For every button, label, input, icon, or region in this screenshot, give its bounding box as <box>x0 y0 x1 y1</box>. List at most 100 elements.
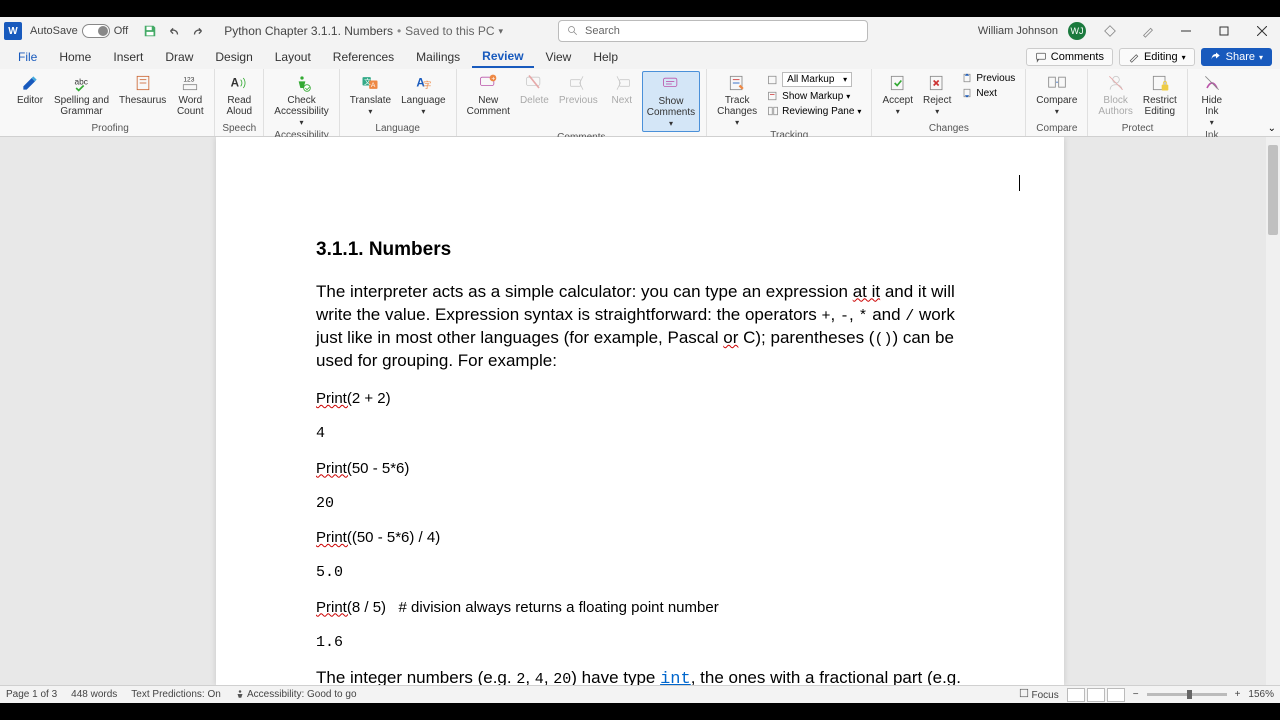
group-ink: Hide Ink▾ Ink <box>1188 69 1236 136</box>
collapse-ribbon-button[interactable]: ⌄ <box>1268 123 1276 134</box>
code-2: Print(50 - 5*6) <box>316 459 964 480</box>
user-name[interactable]: William Johnson <box>978 25 1058 37</box>
group-language: 文ATranslate▾ A字Language▾ Language <box>340 69 457 136</box>
document-area[interactable]: 3.1.1. Numbers The interpreter acts as a… <box>0 137 1280 685</box>
word-count[interactable]: 448 words <box>71 689 117 700</box>
focus-button[interactable]: Focus <box>1019 688 1059 701</box>
redo-button[interactable] <box>188 21 208 41</box>
result-1: 4 <box>316 424 964 444</box>
ribbon-tabs: File Home Insert Draw Design Layout Refe… <box>0 45 1280 69</box>
scroll-thumb[interactable] <box>1268 145 1278 235</box>
toggle-icon <box>82 24 110 38</box>
tab-file[interactable]: File <box>8 47 47 67</box>
read-mode-button[interactable] <box>1067 688 1085 702</box>
block-authors-button: Block Authors <box>1094 71 1136 119</box>
page-indicator[interactable]: Page 1 of 3 <box>6 689 57 700</box>
text-cursor <box>1019 175 1020 191</box>
code-3: Print((50 - 5*6) / 4) <box>316 528 964 549</box>
save-button[interactable] <box>140 21 160 41</box>
next-comment-button: Next <box>604 71 640 108</box>
tab-mailings[interactable]: Mailings <box>406 47 470 67</box>
editing-mode-button[interactable]: Editing▾ <box>1119 48 1195 66</box>
group-tracking: Track Changes▾ All Markup▾ Show Markup▾ … <box>707 69 872 136</box>
group-compare: Compare▾ Compare <box>1026 69 1088 136</box>
vertical-scrollbar[interactable] <box>1266 137 1280 685</box>
hide-ink-button[interactable]: Hide Ink▾ <box>1194 71 1230 130</box>
group-proofing: Editor abcSpelling and Grammar Thesaurus… <box>6 69 215 136</box>
code-4: Print(8 / 5) # division always returns a… <box>316 598 964 619</box>
comment-icon <box>1035 51 1047 63</box>
document-page[interactable]: 3.1.1. Numbers The interpreter acts as a… <box>216 137 1064 685</box>
compare-button[interactable]: Compare▾ <box>1032 71 1081 119</box>
word-app-icon: W <box>4 22 22 40</box>
result-2: 20 <box>316 494 964 514</box>
result-3: 5.0 <box>316 563 964 583</box>
search-input[interactable]: Search <box>558 20 868 42</box>
group-speech: ARead Aloud Speech <box>215 69 264 136</box>
wordcount-button[interactable]: 123Word Count <box>172 71 208 119</box>
pen-icon[interactable] <box>1134 19 1162 43</box>
paragraph-1: The interpreter acts as a simple calcula… <box>316 281 964 373</box>
zoom-level[interactable]: 156% <box>1248 689 1274 700</box>
svg-text:+: + <box>492 76 496 83</box>
text-predictions[interactable]: Text Predictions: On <box>131 689 220 700</box>
reject-button[interactable]: Reject▾ <box>919 71 955 119</box>
markup-dropdown[interactable]: All Markup▾ <box>763 71 865 88</box>
check-accessibility-button[interactable]: Check Accessibility▾ <box>270 71 332 130</box>
result-4: 1.6 <box>316 633 964 653</box>
svg-text:abc: abc <box>74 77 87 87</box>
view-buttons <box>1067 688 1125 702</box>
minimize-button[interactable] <box>1172 19 1200 43</box>
tab-home[interactable]: Home <box>49 47 101 67</box>
zoom-out-button[interactable]: − <box>1133 689 1139 700</box>
tab-view[interactable]: View <box>536 47 582 67</box>
statusbar: Page 1 of 3 448 words Text Predictions: … <box>0 685 1280 703</box>
web-layout-button[interactable] <box>1107 688 1125 702</box>
share-button[interactable]: Share▾ <box>1201 48 1272 66</box>
read-aloud-button[interactable]: ARead Aloud <box>221 71 257 119</box>
comments-button[interactable]: Comments <box>1026 48 1113 66</box>
tab-review[interactable]: Review <box>472 46 533 68</box>
ribbon: Editor abcSpelling and Grammar Thesaurus… <box>0 69 1280 137</box>
show-comments-button[interactable]: Show Comments▾ <box>642 71 700 132</box>
previous-change-button[interactable]: Previous <box>957 71 1019 85</box>
int-link[interactable]: int <box>660 670 691 685</box>
accept-button[interactable]: Accept▾ <box>878 71 917 119</box>
paragraph-2: The integer numbers (e.g. 2, 4, 20) have… <box>316 667 964 685</box>
thesaurus-button[interactable]: Thesaurus <box>115 71 170 108</box>
spelling-button[interactable]: abcSpelling and Grammar <box>50 71 113 119</box>
translate-button[interactable]: 文ATranslate▾ <box>346 71 395 119</box>
group-protect: Block Authors Restrict Editing Protect <box>1088 69 1187 136</box>
restrict-editing-button[interactable]: Restrict Editing <box>1139 71 1181 119</box>
tab-draw[interactable]: Draw <box>155 47 203 67</box>
tab-insert[interactable]: Insert <box>103 47 153 67</box>
document-title[interactable]: Python Chapter 3.1.1. Numbers • Saved to… <box>224 24 503 38</box>
delete-comment-button: Delete <box>516 71 553 108</box>
autosave-state: Off <box>114 25 128 37</box>
user-avatar[interactable]: WJ <box>1068 22 1086 40</box>
reviewing-pane-button[interactable]: Reviewing Pane▾ <box>763 104 865 118</box>
maximize-button[interactable] <box>1210 19 1238 43</box>
undo-button[interactable] <box>164 21 184 41</box>
next-change-button[interactable]: Next <box>957 86 1019 100</box>
tab-references[interactable]: References <box>323 47 404 67</box>
share-icon <box>1210 51 1222 63</box>
autosave-toggle[interactable]: AutoSave Off <box>30 24 128 38</box>
show-markup-button[interactable]: Show Markup▾ <box>763 89 865 103</box>
new-comment-button[interactable]: +New Comment <box>463 71 514 119</box>
diamond-icon[interactable] <box>1096 19 1124 43</box>
group-changes: Accept▾ Reject▾ Previous Next Changes <box>872 69 1026 136</box>
close-button[interactable] <box>1248 19 1276 43</box>
accessibility-status[interactable]: Accessibility: Good to go <box>235 689 357 700</box>
zoom-in-button[interactable]: + <box>1235 689 1241 700</box>
tab-help[interactable]: Help <box>583 47 628 67</box>
svg-text:A: A <box>371 82 376 89</box>
zoom-slider[interactable] <box>1147 693 1227 696</box>
track-changes-button[interactable]: Track Changes▾ <box>713 71 761 130</box>
tab-layout[interactable]: Layout <box>265 47 321 67</box>
editor-button[interactable]: Editor <box>12 71 48 108</box>
print-layout-button[interactable] <box>1087 688 1105 702</box>
language-button[interactable]: A字Language▾ <box>397 71 450 119</box>
tab-design[interactable]: Design <box>205 47 262 67</box>
titlebar: W AutoSave Off Python Chapter 3.1.1. Num… <box>0 17 1280 45</box>
